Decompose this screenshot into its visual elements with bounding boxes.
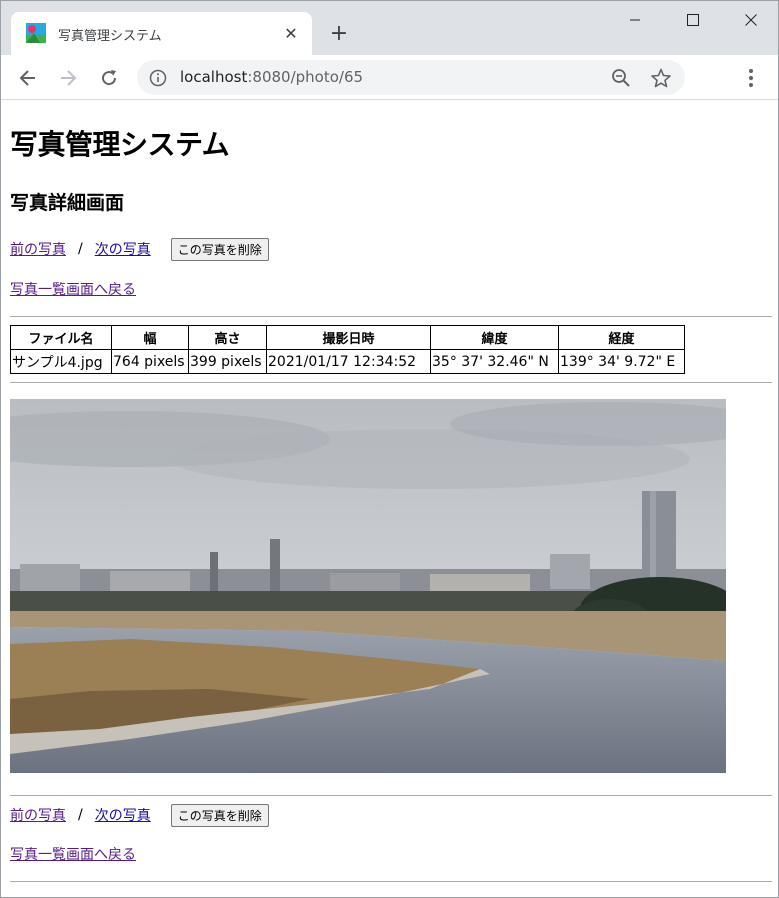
back-arrow-icon[interactable] [15,65,41,91]
divider [10,316,772,317]
cell-width: 764 pixels [111,349,189,374]
reload-icon[interactable] [96,65,122,91]
address-bar[interactable]: localhost:8080/photo/65 [137,60,685,95]
divider [10,795,772,796]
url-path: :8080/photo/65 [247,68,364,86]
close-icon[interactable]: ✕ [281,23,301,43]
maximize-icon[interactable] [664,1,722,39]
link-separator: / [78,241,83,257]
tab-title: 写真管理システム [58,29,162,44]
browser-window: 写真管理システム ✕ + localhost:8080/photo/65 写真管… [0,0,779,898]
browser-toolbar: localhost:8080/photo/65 [1,55,778,100]
url-host: localhost [180,68,248,86]
zoom-out-icon[interactable] [611,68,631,88]
prev-photo-link[interactable]: 前の写真 [10,239,66,259]
header-latitude: 緯度 [430,325,559,350]
divider [10,382,772,383]
divider [10,881,772,882]
link-separator: / [78,807,83,823]
header-width: 幅 [111,325,189,350]
page-content: 写真管理システム 写真詳細画面 前の写真 / 次の写真 この写真を削除 写真一覧… [1,101,778,897]
cell-datetime: 2021/01/17 12:34:52 [266,349,431,374]
minimize-icon[interactable] [606,1,664,39]
next-photo-link[interactable]: 次の写真 [95,239,151,259]
cell-longitude: 139° 34' 9.72" E [558,349,685,374]
url-text[interactable]: localhost:8080/photo/65 [180,68,363,86]
nav-row-bottom: 前の写真 / 次の写真 この写真を削除 [10,803,269,827]
window-close-icon[interactable] [722,1,778,39]
delete-photo-button[interactable]: この写真を削除 [170,237,269,261]
forward-arrow-icon[interactable] [55,65,81,91]
star-icon[interactable] [651,68,671,88]
table-row: サンプル4.jpg 764 pixels 399 pixels 2021/01/… [10,349,685,374]
page-subtitle: 写真詳細画面 [10,192,125,214]
header-height: 高さ [188,325,267,350]
plus-icon[interactable]: + [327,21,351,46]
header-datetime: 撮影日時 [266,325,431,350]
header-longitude: 経度 [558,325,685,350]
prev-photo-link[interactable]: 前の写真 [10,805,66,825]
header-filename: ファイル名 [10,325,112,350]
page-title: 写真管理システム [10,128,230,161]
app-favicon [26,23,46,43]
tab-strip: 写真管理システム ✕ + [1,1,778,55]
info-icon[interactable] [149,69,167,87]
photo-metadata-table: ファイル名 幅 高さ 撮影日時 緯度 経度 サンプル4.jpg 764 pixe… [10,325,685,374]
delete-photo-button[interactable]: この写真を削除 [170,803,269,827]
table-header-row: ファイル名 幅 高さ 撮影日時 緯度 経度 [10,325,685,350]
cell-filename: サンプル4.jpg [10,349,112,374]
back-to-list-link[interactable]: 写真一覧画面へ戻る [10,279,136,299]
next-photo-link[interactable]: 次の写真 [95,805,151,825]
kebab-menu-icon[interactable] [741,67,761,89]
active-tab[interactable]: 写真管理システム ✕ [11,12,312,55]
nav-row-top: 前の写真 / 次の写真 この写真を削除 [10,237,269,261]
photo-image [10,399,726,773]
back-to-list-link[interactable]: 写真一覧画面へ戻る [10,844,136,864]
cell-latitude: 35° 37' 32.46" N [430,349,559,374]
cell-height: 399 pixels [188,349,267,374]
